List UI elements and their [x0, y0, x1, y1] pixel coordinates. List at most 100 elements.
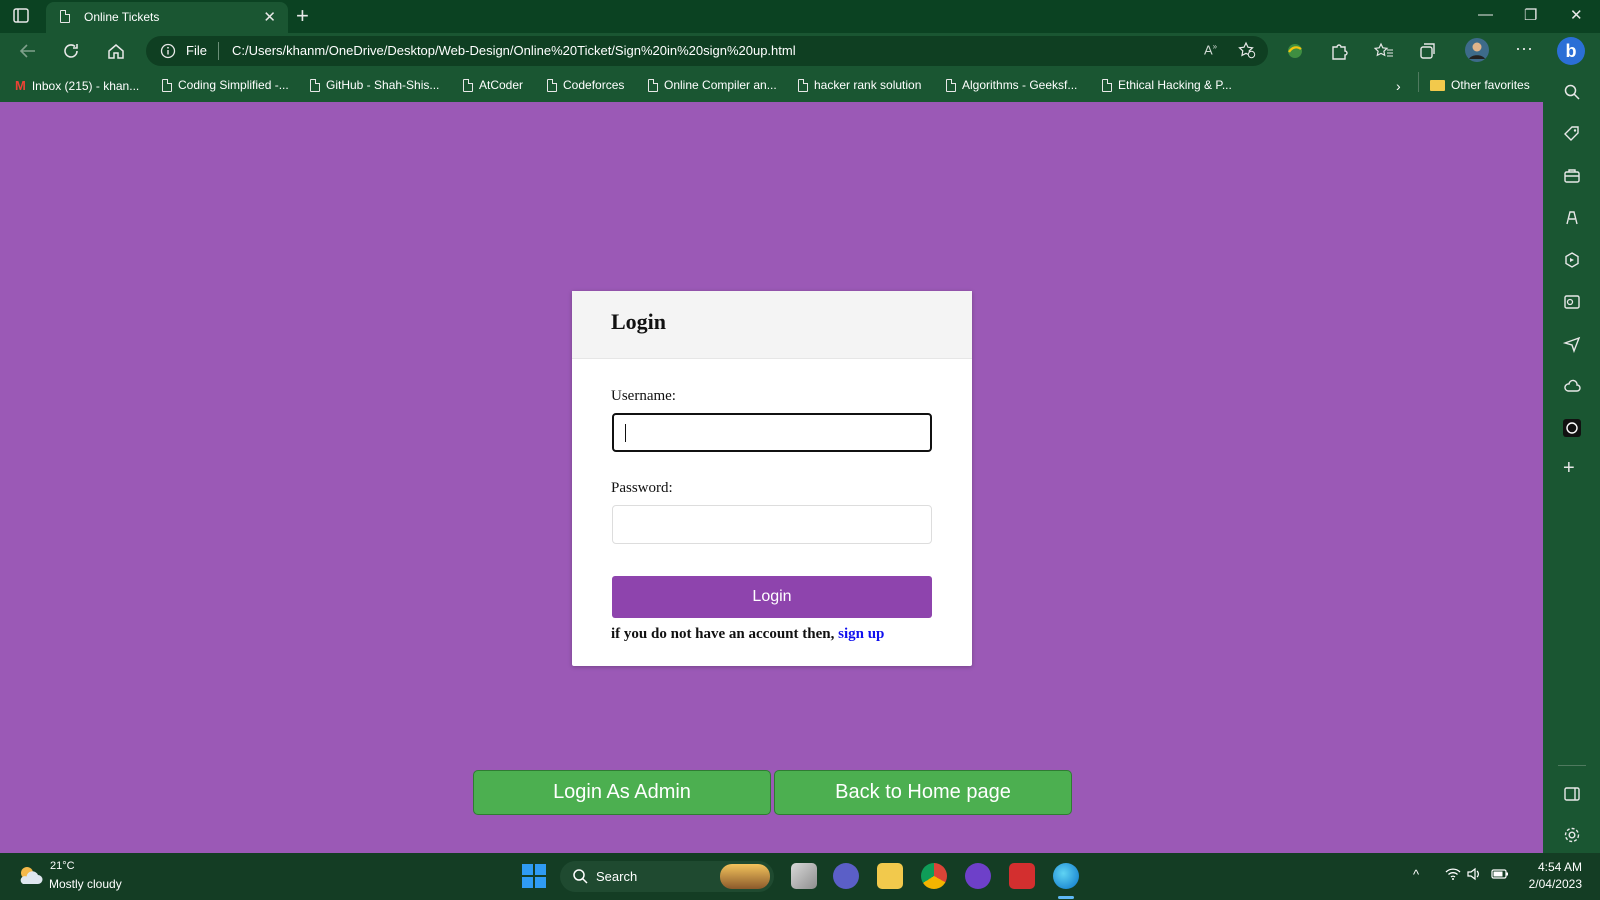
document-icon — [798, 78, 808, 92]
chevron-up-icon[interactable]: ^ — [1413, 867, 1419, 882]
favorite-label: AtCoder — [479, 78, 524, 92]
system-clock[interactable]: 4:54 AM 2/04/2023 — [1529, 859, 1582, 893]
settings-icon[interactable] — [1563, 826, 1581, 849]
back-icon[interactable] — [18, 42, 38, 65]
url-text[interactable]: C:/Users/khanm/OneDrive/Desktop/Web-Desi… — [232, 43, 796, 58]
tab-actions-icon[interactable] — [12, 7, 32, 25]
login-button[interactable]: Login — [612, 576, 932, 618]
profile-avatar[interactable] — [1464, 37, 1490, 68]
divider — [1558, 765, 1586, 766]
chevron-right-icon[interactable]: › — [1396, 78, 1401, 94]
favorite-label: Algorithms - Geeksf... — [962, 78, 1078, 92]
bing-chat-icon[interactable]: b — [1557, 37, 1585, 65]
favorite-label: Inbox (215) - khan... — [31, 78, 140, 93]
login-title: Login — [611, 309, 667, 334]
cloud-icon[interactable] — [1563, 377, 1581, 400]
volume-icon[interactable] — [1467, 867, 1483, 884]
outlook-icon[interactable] — [1563, 293, 1581, 316]
page-content: Login Username: Password: Login if you d… — [0, 102, 1543, 853]
windows-taskbar: 21°C Mostly cloudy Search ^ 4:54 AM 2/04… — [0, 853, 1600, 900]
login-as-admin-button[interactable]: Login As Admin — [473, 770, 771, 815]
tag-icon[interactable] — [1563, 125, 1581, 148]
minimize-icon[interactable]: — — [1478, 6, 1493, 23]
edge-icon[interactable] — [1053, 863, 1079, 889]
extensions-icon[interactable] — [1329, 42, 1349, 65]
file-explorer-icon[interactable] — [877, 863, 903, 889]
add-favorite-icon[interactable] — [1238, 41, 1256, 64]
restore-icon[interactable]: ❐ — [1524, 6, 1537, 24]
favorites-bar: M Inbox (215) - khan... Coding Simplifie… — [0, 70, 1543, 102]
read-aloud-icon[interactable]: A» — [1204, 42, 1217, 57]
address-bar[interactable]: File C:/Users/khanm/OneDrive/Desktop/Web… — [146, 36, 1268, 66]
refresh-icon[interactable] — [62, 42, 82, 65]
other-favorites[interactable]: Other favorites — [1430, 78, 1530, 92]
weather-temperature: 21°C — [50, 860, 75, 872]
send-icon[interactable] — [1562, 335, 1581, 358]
clock-time: 4:54 AM — [1537, 860, 1582, 874]
favorite-item[interactable]: Coding Simplified -... — [162, 78, 289, 92]
acrobat-icon[interactable] — [1009, 863, 1035, 889]
home-icon[interactable] — [106, 42, 126, 65]
taskbar-search[interactable]: Search — [560, 861, 774, 892]
start-icon[interactable] — [522, 864, 546, 893]
back-to-home-button[interactable]: Back to Home page — [774, 770, 1072, 815]
tab-online-tickets[interactable]: Online Tickets ✕ — [46, 2, 288, 33]
add-icon[interactable]: + — [1563, 457, 1575, 480]
document-icon — [162, 78, 172, 92]
games-icon[interactable] — [1563, 209, 1581, 232]
chrome-icon[interactable] — [921, 863, 947, 889]
favorite-item[interactable]: Ethical Hacking & P... — [1102, 78, 1232, 92]
document-icon — [946, 78, 956, 92]
document-icon — [648, 78, 658, 92]
password-input[interactable] — [612, 505, 932, 544]
clock-date: 2/04/2023 — [1528, 877, 1582, 891]
browser-toolbar: File C:/Users/khanm/OneDrive/Desktop/Web… — [0, 33, 1600, 70]
favorite-item[interactable]: hacker rank solution — [798, 78, 921, 92]
favorite-label: Online Compiler an... — [664, 78, 777, 92]
page-icon — [60, 10, 70, 23]
favorite-item[interactable]: M Inbox (215) - khan... — [15, 78, 139, 93]
toolbox-icon[interactable] — [1563, 167, 1581, 190]
gmail-icon: M — [15, 78, 26, 93]
close-tab-icon[interactable]: ✕ — [263, 8, 276, 26]
divider — [218, 42, 219, 60]
signup-link[interactable]: sign up — [838, 626, 884, 642]
office-icon[interactable] — [1563, 251, 1581, 274]
favorite-item[interactable]: Algorithms - Geeksf... — [946, 78, 1077, 92]
wifi-icon[interactable] — [1445, 867, 1461, 884]
favorite-item[interactable]: GitHub - Shah-Shis... — [310, 78, 439, 92]
search-icon[interactable] — [1563, 83, 1581, 106]
more-menu-icon[interactable]: ··· — [1515, 38, 1533, 59]
teams-chat-icon[interactable] — [833, 863, 859, 889]
username-input[interactable] — [612, 413, 932, 452]
close-window-icon[interactable]: ✕ — [1570, 6, 1583, 24]
hide-sidebar-icon[interactable] — [1563, 785, 1581, 808]
new-tab-icon[interactable]: + — [296, 3, 309, 29]
weather-icon[interactable] — [16, 862, 44, 895]
chatgpt-icon[interactable] — [1563, 419, 1581, 442]
favorite-item[interactable]: AtCoder — [463, 78, 523, 92]
extension-icon[interactable] — [1285, 42, 1305, 65]
login-card-header: Login — [572, 291, 972, 359]
other-favorites-label: Other favorites — [1451, 78, 1530, 92]
active-app-indicator — [1058, 896, 1074, 899]
favorites-icon[interactable] — [1373, 42, 1394, 65]
collections-icon[interactable] — [1418, 42, 1438, 65]
search-label: Search — [596, 869, 638, 884]
task-view-icon[interactable] — [791, 863, 817, 889]
github-desktop-icon[interactable] — [965, 863, 991, 889]
info-icon[interactable] — [160, 43, 176, 64]
login-card: Login Username: Password: Login if you d… — [572, 291, 972, 666]
favorite-label: Coding Simplified -... — [178, 78, 289, 92]
folder-icon — [1430, 79, 1445, 91]
favorite-item[interactable]: Online Compiler an... — [648, 78, 777, 92]
signup-prompt-text: if you do not have an account then, — [611, 626, 839, 642]
text-caret — [625, 424, 626, 442]
search-icon — [572, 868, 588, 889]
favorite-label: Ethical Hacking & P... — [1118, 78, 1232, 92]
document-icon — [1102, 78, 1112, 92]
battery-icon[interactable] — [1491, 867, 1509, 884]
favorite-item[interactable]: Codeforces — [547, 78, 624, 92]
search-highlight-icon — [720, 864, 770, 889]
favorite-label: Codeforces — [563, 78, 625, 92]
